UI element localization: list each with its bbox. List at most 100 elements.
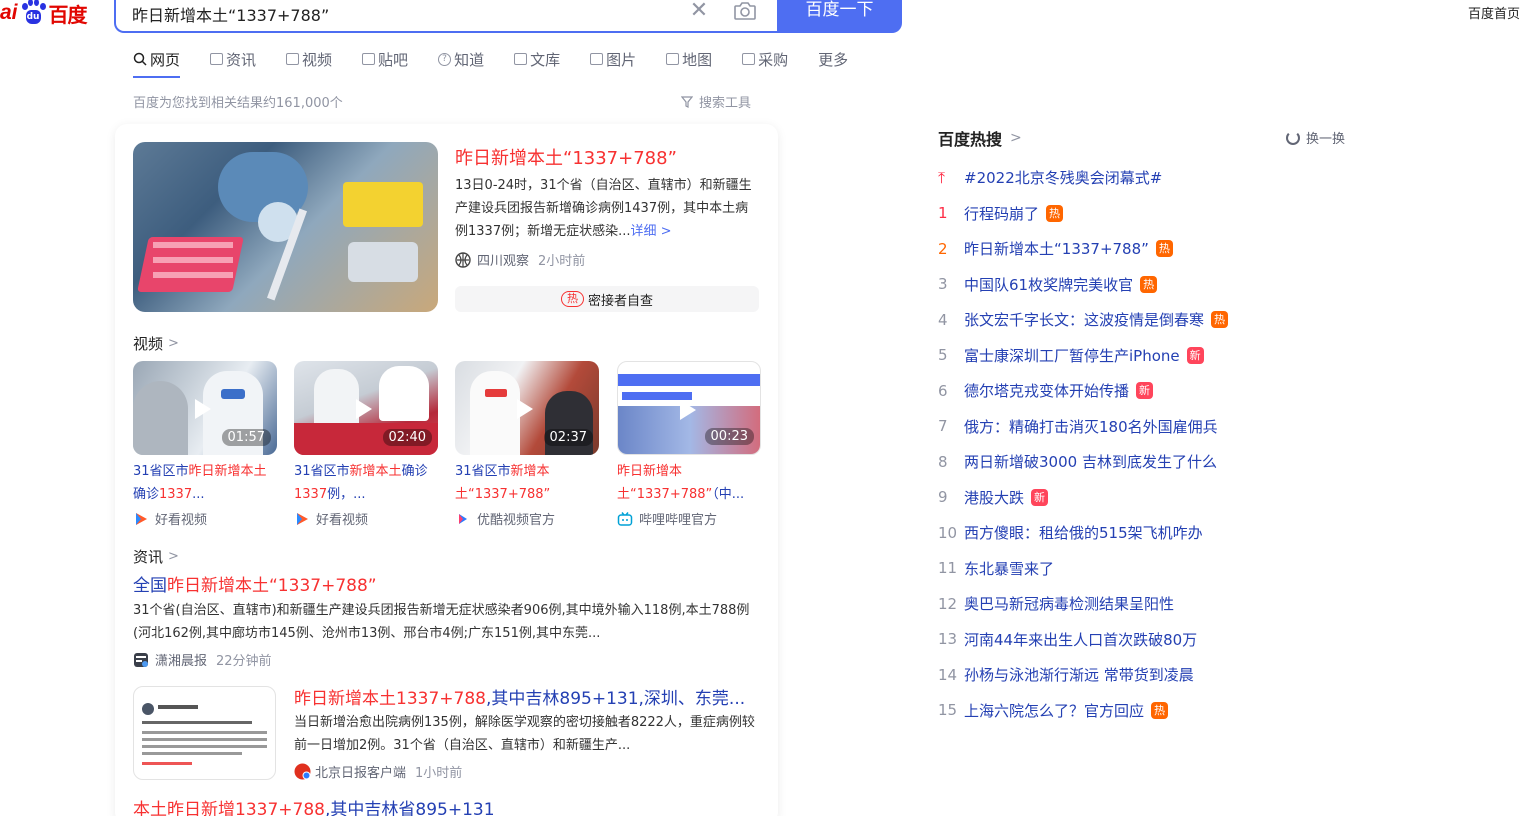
play-icon [680,400,696,420]
tab-map[interactable]: 地图 [666,47,712,71]
video-source: 优酷视频官方 [455,509,599,528]
related-tag-bar[interactable]: 热 密接者自查 [455,286,759,312]
hot-item[interactable]: 1 行程码崩了 热 [938,196,1358,232]
video-duration: 02:37 [543,429,593,446]
hot-item[interactable]: 4 张文宏千字长文：这波疫情是倒春寒 热 [938,302,1358,338]
video-thumbnail[interactable]: 02:40 [294,361,438,455]
video-duration: 02:40 [382,429,432,446]
hot-item[interactable]: 14 孙杨与泳池渐行渐远 常带货到凌晨 [938,657,1358,693]
hot-item[interactable]: 12 奥巴马新冠病毒检测结果呈阳性 [938,586,1358,622]
hot-badge: 热 [1046,204,1064,222]
video-icon [286,53,300,65]
image-icon [590,53,604,65]
video-source: 哔哩哔哩官方 [617,509,761,528]
news-source: 北京日报客户端 1小时前 [294,762,462,781]
play-icon [195,399,211,419]
refresh-button[interactable]: 换一换 [1286,128,1345,147]
detail-link[interactable]: 详细 > [630,224,671,239]
video-thumbnail[interactable]: 02:37 [455,361,599,455]
tab-wenku[interactable]: 文库 [514,47,560,71]
hot-search-list: ⤒ #2022北京冬残奥会闭幕式# 1 行程码崩了 热 2 昨日新增本土“133… [938,160,1358,728]
hot-search-title[interactable]: 百度热搜 > [938,126,1022,150]
news-desc: 当日新增治愈出院病例135例，解除医学观察的密切接触者8222人，重症病例较前一… [294,715,755,753]
top-result-image[interactable] [133,142,438,312]
tab-image[interactable]: 图片 [590,47,636,71]
hot-badge: 热 [1140,275,1158,293]
tab-caigou[interactable]: 采购 [742,47,788,71]
tab-tieba[interactable]: 贴吧 [362,47,408,71]
video-card[interactable]: 02:40 31省区市新增本土确诊1337例，... 好看视频 [294,361,438,528]
youku-icon [459,513,467,524]
baidu-logo[interactable]: ai du 百度 [0,0,88,30]
hot-item[interactable]: 2 昨日新增本土“1337+788” 热 [938,231,1358,267]
camera-icon[interactable] [733,1,757,21]
question-icon: ? [438,52,452,66]
hot-badge: 热 [1151,701,1169,719]
pin-top-icon: ⤒ [938,167,946,187]
search-icon [133,52,147,66]
search-input[interactable] [132,2,672,26]
news-desc: 31个省(自治区、直辖市)和新疆生产建设兵团报告新增无症状感染者906例,其中境… [133,603,750,641]
baidu-home-link[interactable]: 百度首页 [1468,3,1520,22]
tab-zhidao[interactable]: ? 知道 [438,47,484,71]
hot-item[interactable]: 5 富士康深圳工厂暂停生产iPhone 新 [938,338,1358,374]
tab-video[interactable]: 视频 [286,47,332,71]
video-section-label[interactable]: 视频 > [133,333,179,354]
play-icon [356,399,372,419]
news-icon [210,53,224,65]
top-result-source: 四川观察 2小时前 [455,250,585,269]
news-thumbnail[interactable] [133,686,276,780]
video-title[interactable]: 31省区市新增本土“1337+788” [455,460,599,506]
top-result-desc: 13日0-24时，31个省（自治区、直辖市）和新疆生产建设兵团报告新增确诊病例1… [455,178,752,239]
hot-item[interactable]: 11 东北暴雪来了 [938,551,1358,587]
video-thumbnail[interactable]: 01:57 [133,361,277,455]
filter-icon [681,95,693,108]
top-result-title[interactable]: 昨日新增本土“1337+788” [455,144,677,170]
video-title[interactable]: 昨日新增本土“1337+788”（中... [617,460,761,506]
video-card[interactable]: 02:37 31省区市新增本土“1337+788” 优酷视频官方 [455,361,599,528]
tab-news[interactable]: 资讯 [210,47,256,71]
new-badge: 新 [1031,488,1049,506]
search-button[interactable]: 百度一下 [777,0,902,33]
beijing-daily-icon [294,763,311,780]
xiaoxiang-news-icon [134,652,148,667]
hot-chip: 热 [560,291,584,307]
video-card[interactable]: 01:57 31省区市昨日新增本土确诊1337... 好看视频 [133,361,277,528]
search-tools-button[interactable]: 搜索工具 [681,92,751,111]
chevron-right-icon: > [1010,130,1022,146]
hot-item[interactable]: 15 上海六院怎么了？官方回应 热 [938,693,1358,729]
clear-icon[interactable]: ✕ [688,0,710,22]
news-title[interactable]: 昨日新增本土1337+788,其中吉林895+131,深圳、东莞... [294,684,745,709]
video-source: 好看视频 [133,509,277,528]
video-card[interactable]: 00:23 昨日新增本土“1337+788”（中... 哔哩哔哩官方 [617,361,761,528]
hot-item[interactable]: 13 河南44年来出生人口首次跌破80万 [938,622,1358,658]
video-duration: 01:57 [221,429,271,446]
hot-item[interactable]: 6 德尔塔克戎变体开始传播 新 [938,373,1358,409]
chevron-right-icon: > [168,336,179,351]
search-tabs: 网页 资讯 视频 贴吧 ? 知道 文库 图片 地图 采购 更多 [133,47,878,78]
hot-item[interactable]: 8 两日新增破3000 吉林到底发生了什么 [938,444,1358,480]
map-icon [666,53,680,65]
hot-item[interactable]: 3 中国队61枚奖牌完美收官 热 [938,267,1358,303]
tieba-icon [362,53,376,65]
new-badge: 新 [1186,346,1204,364]
tab-more[interactable]: 更多 [818,47,848,71]
news-section-label[interactable]: 资讯 > [133,546,179,567]
news-title[interactable]: 本土昨日新增1337+788,其中吉林省895+131 [133,795,495,816]
video-title[interactable]: 31省区市新增本土确诊1337例，... [294,460,438,506]
hot-badge: 热 [1211,311,1229,329]
hot-item[interactable]: 7 俄方：精确打击消灭180名外国雇佣兵 [938,409,1358,445]
result-count: 百度为您找到相关结果约161,000个 [133,96,343,111]
new-badge: 新 [1136,382,1154,400]
shopping-icon [742,53,756,65]
haokan-video-icon [136,512,147,525]
video-title[interactable]: 31省区市昨日新增本土确诊1337... [133,460,277,506]
hot-badge: 热 [1155,240,1173,258]
hot-item[interactable]: ⤒ #2022北京冬残奥会闭幕式# [938,160,1358,196]
video-thumbnail[interactable]: 00:23 [617,361,761,455]
hot-item[interactable]: 10 西方傻眼：租给俄的515架飞机咋办 [938,515,1358,551]
hot-item[interactable]: 9 港股大跌 新 [938,480,1358,516]
news-title[interactable]: 全国昨日新增本土“1337+788” [133,571,377,596]
bilibili-icon [617,511,633,526]
tab-web[interactable]: 网页 [133,47,181,78]
